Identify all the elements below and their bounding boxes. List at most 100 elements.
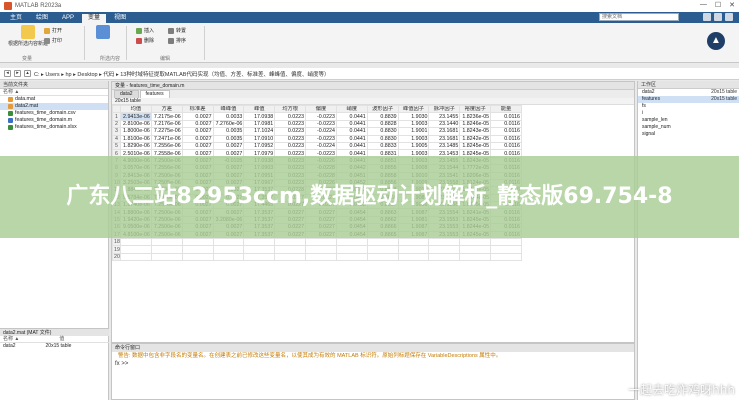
column-header[interactable]: 脉冲因子 <box>428 104 461 114</box>
table-cell[interactable]: 17.0938 <box>243 112 276 121</box>
table-cell[interactable]: 1.8242e-05 <box>459 134 492 143</box>
workspace-variable[interactable]: fs <box>638 103 739 110</box>
table-cell[interactable] <box>181 238 214 247</box>
current-folder-address-bar[interactable]: ◂ ▸ ▴ C: ▸ Users ▸ hp ▸ Desktop ▸ 代码 ▸ 1… <box>0 68 739 80</box>
workspace-variable[interactable]: sample_len <box>638 117 739 124</box>
table-cell[interactable]: 7.2556e-06 <box>150 141 183 151</box>
workspace-variable[interactable]: i <box>638 110 739 117</box>
table-cell[interactable]: 2.9413e-06 <box>120 112 152 121</box>
row-number[interactable]: 1 <box>112 112 121 121</box>
table-cell[interactable] <box>335 252 368 262</box>
table-cell[interactable]: 0.0441 <box>335 141 368 151</box>
table-cell[interactable]: 17.0952 <box>243 141 276 151</box>
column-header[interactable]: 均值 <box>120 104 152 114</box>
column-header[interactable]: 裕度因子 <box>459 104 492 114</box>
table-cell[interactable] <box>150 238 183 247</box>
table-cell[interactable]: 0.0027 <box>181 134 214 143</box>
table-cell[interactable]: 0.0223 <box>274 141 307 151</box>
table-cell[interactable]: 0.8833 <box>366 141 399 151</box>
table-cell[interactable] <box>274 252 307 262</box>
table-cell[interactable]: -0.0223 <box>305 112 337 121</box>
file-name-column-header[interactable]: 名称 ▲ <box>0 89 108 96</box>
table-cell[interactable]: 23.1455 <box>428 112 461 121</box>
tab-view[interactable]: 视图 <box>108 14 132 23</box>
workspace-variable[interactable]: signal <box>638 131 739 138</box>
tab-plots[interactable]: 绘图 <box>30 14 54 23</box>
table-cell[interactable]: 0.0441 <box>335 112 368 121</box>
table-cell[interactable]: 1.9003 <box>397 134 430 143</box>
column-header[interactable]: 能量 <box>490 104 522 114</box>
column-header[interactable]: 偏度 <box>305 104 337 114</box>
table-cell[interactable] <box>459 245 492 254</box>
table-cell[interactable]: 7.2471e-06 <box>150 134 183 143</box>
table-cell[interactable] <box>305 245 337 254</box>
workspace-variable[interactable]: features 20x15 table <box>638 96 739 103</box>
up-folder-icon[interactable]: ▴ <box>24 70 31 77</box>
table-cell[interactable]: 0.0027 <box>212 141 245 151</box>
row-number[interactable]: 18 <box>112 238 121 247</box>
table-cell[interactable] <box>120 238 152 247</box>
table-cell[interactable]: 0.8830 <box>366 127 399 136</box>
table-cell[interactable] <box>212 238 245 247</box>
table-cell[interactable] <box>397 252 430 262</box>
bell-icon[interactable] <box>703 13 711 21</box>
table-cell[interactable] <box>305 252 337 262</box>
table-cell[interactable] <box>397 238 430 247</box>
tab-features[interactable]: features <box>139 90 170 98</box>
search-documentation-input[interactable]: 搜索文档 <box>599 13 679 21</box>
workspace-variable[interactable]: sample_num <box>638 124 739 131</box>
account-icon[interactable] <box>725 13 733 21</box>
tab-data2[interactable]: data2 <box>114 90 139 98</box>
table-cell[interactable]: 0.0035 <box>212 127 245 136</box>
table-cell[interactable]: 0.8830 <box>366 134 399 143</box>
table-cell[interactable]: 0.0035 <box>212 134 245 143</box>
table-cell[interactable] <box>428 245 461 254</box>
print-button[interactable]: 打印 <box>44 37 62 44</box>
table-cell[interactable]: 7.2760e-06 <box>212 119 245 129</box>
details-value-column[interactable]: 值 <box>59 336 64 342</box>
table-cell[interactable]: -0.0223 <box>305 119 337 129</box>
table-cell[interactable] <box>212 245 245 254</box>
table-cell[interactable]: 0.8828 <box>366 119 399 129</box>
row-number[interactable]: 19 <box>112 245 121 254</box>
table-cell[interactable] <box>366 238 399 247</box>
table-cell[interactable]: 17.1024 <box>243 127 276 136</box>
file-item[interactable]: features_time_domain.m <box>0 117 108 124</box>
row-number[interactable]: 4 <box>112 134 121 143</box>
table-cell[interactable]: -0.0224 <box>305 141 337 151</box>
table-cell[interactable]: 1.9001 <box>397 127 430 136</box>
table-cell[interactable]: 1.9005 <box>397 141 430 151</box>
details-row[interactable]: data2 20x15 table <box>0 343 109 350</box>
table-cell[interactable]: 1.9030 <box>397 112 430 121</box>
maximize-icon[interactable]: ☐ <box>715 1 721 9</box>
table-cell[interactable]: 23.1681 <box>428 134 461 143</box>
table-cell[interactable]: 0.0441 <box>335 134 368 143</box>
table-cell[interactable] <box>150 252 183 262</box>
table-cell[interactable] <box>243 245 276 254</box>
details-name-column[interactable]: 名称 ▲ <box>3 336 19 342</box>
table-cell[interactable]: 23.1485 <box>428 141 461 151</box>
table-cell[interactable]: 1.8000e-06 <box>120 127 152 136</box>
command-prompt-input[interactable]: fx >> <box>112 360 634 368</box>
table-cell[interactable]: 23.1440 <box>428 119 461 129</box>
selection-plot-button[interactable] <box>96 25 110 39</box>
column-header[interactable]: 峭度 <box>335 104 368 114</box>
table-cell[interactable] <box>181 252 214 262</box>
file-item[interactable]: data.mat <box>0 96 108 103</box>
column-header[interactable]: 均方根 <box>274 104 307 114</box>
table-cell[interactable]: 7.2176e-06 <box>150 119 183 129</box>
table-cell[interactable] <box>181 245 214 254</box>
table-cell[interactable]: 0.0441 <box>335 127 368 136</box>
help-icon[interactable] <box>714 13 722 21</box>
row-number[interactable]: 20 <box>112 252 121 262</box>
column-header[interactable]: 峰值因子 <box>397 104 430 114</box>
table-cell[interactable]: 0.0027 <box>181 119 214 129</box>
table-cell[interactable] <box>243 238 276 247</box>
close-icon[interactable]: ✕ <box>729 1 735 9</box>
table-cell[interactable]: 0.0116 <box>490 112 522 121</box>
tab-apps[interactable]: APP <box>56 14 80 23</box>
table-cell[interactable] <box>366 252 399 262</box>
table-cell[interactable]: 1.8290e-06 <box>120 141 152 151</box>
table-cell[interactable]: 0.0441 <box>335 119 368 129</box>
table-cell[interactable] <box>120 245 152 254</box>
